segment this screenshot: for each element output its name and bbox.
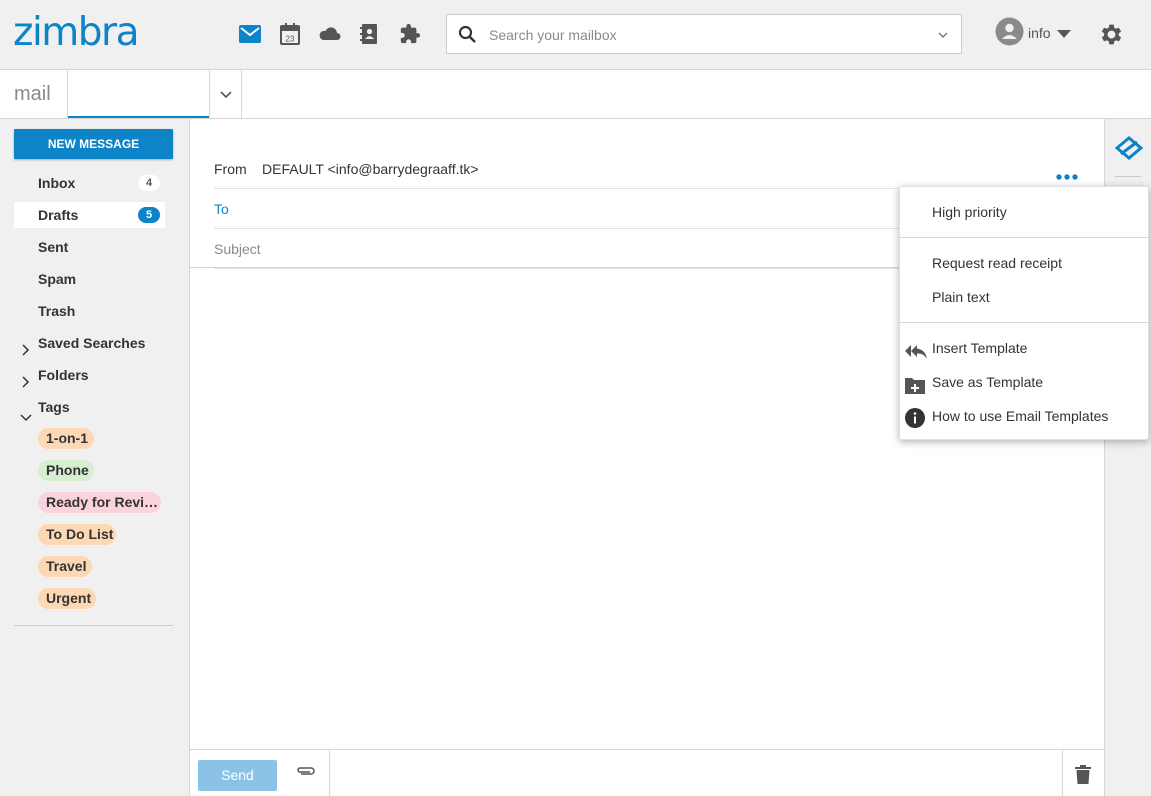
- send-button[interactable]: Send: [198, 760, 277, 791]
- sidebar: NEW MESSAGE Inbox 4 Drafts 5 Sent Spam T…: [0, 119, 190, 796]
- zimbra-drive-icon[interactable]: [1114, 136, 1144, 163]
- menu-item-request-read-receipt[interactable]: Request read receipt: [900, 246, 1148, 280]
- menu-item-label: Save as Template: [932, 374, 1044, 390]
- menu-divider: [900, 237, 1148, 238]
- folder-label: Spam: [38, 271, 77, 287]
- to-field[interactable]: To: [214, 201, 229, 217]
- svg-text:23: 23: [286, 35, 295, 44]
- chevron-down-icon[interactable]: [937, 28, 949, 44]
- chevron-right-icon[interactable]: [22, 338, 30, 364]
- draft-count-badge: 5: [138, 207, 160, 223]
- folder-inbox[interactable]: Inbox 4: [14, 170, 165, 196]
- more-options-icon[interactable]: [1056, 167, 1078, 183]
- menu-item-how-to-use-email-templates[interactable]: How to use Email Templates: [900, 399, 1148, 433]
- folder-drafts[interactable]: Drafts 5: [14, 202, 165, 228]
- cloud-icon[interactable]: [318, 22, 342, 46]
- menu-item-label: Plain text: [932, 289, 990, 305]
- chevron-down-icon[interactable]: [20, 404, 32, 430]
- from-label: From: [214, 161, 247, 177]
- info-icon: [905, 406, 925, 440]
- folder-sent[interactable]: Sent: [14, 234, 165, 260]
- tag-phone[interactable]: Phone: [38, 460, 94, 481]
- group-label: Tags: [38, 399, 70, 415]
- avatar-icon: [995, 17, 1024, 49]
- divider: [329, 750, 330, 796]
- search-icon[interactable]: [458, 25, 477, 47]
- subject-field[interactable]: Subject: [214, 241, 261, 257]
- header: zimbra 23 info: [0, 0, 1151, 70]
- chevron-right-icon[interactable]: [22, 370, 30, 396]
- tab-mail[interactable]: mail: [0, 70, 68, 118]
- folder-spam[interactable]: Spam: [14, 266, 165, 292]
- contacts-icon[interactable]: [357, 22, 381, 46]
- tag-urgent[interactable]: Urgent: [38, 588, 96, 609]
- group-folders[interactable]: Folders: [14, 362, 165, 388]
- menu-item-label: High priority: [932, 204, 1007, 220]
- menu-item-high-priority[interactable]: High priority: [900, 195, 1148, 229]
- tag-to-do-list[interactable]: To Do List: [38, 524, 116, 545]
- divider: [1062, 750, 1063, 796]
- folder-label: Sent: [38, 239, 69, 255]
- trash-icon[interactable]: [1075, 765, 1091, 787]
- tag-travel[interactable]: Travel: [38, 556, 92, 577]
- compose-footer: Send: [190, 749, 1104, 796]
- paperclip-icon[interactable]: [295, 764, 315, 780]
- account-menu[interactable]: info: [995, 17, 1071, 49]
- menu-item-label: Request read receipt: [932, 255, 1062, 271]
- new-message-button[interactable]: NEW MESSAGE: [14, 129, 173, 159]
- menu-item-label: How to use Email Templates: [932, 408, 1109, 424]
- gear-icon[interactable]: [1098, 21, 1125, 51]
- mail-icon[interactable]: [238, 22, 262, 46]
- group-label: Folders: [38, 367, 89, 383]
- menu-divider: [900, 322, 1148, 323]
- menu-item-label: Insert Template: [932, 340, 1028, 356]
- group-saved-searches[interactable]: Saved Searches: [14, 330, 165, 356]
- folder-label: Drafts: [38, 207, 79, 223]
- compose-options-menu: High priority Request read receipt Plain…: [899, 186, 1149, 440]
- menu-item-plain-text[interactable]: Plain text: [900, 280, 1148, 314]
- menu-item-save-as-template[interactable]: Save as Template: [900, 365, 1148, 399]
- puzzle-icon[interactable]: [398, 22, 422, 46]
- search-bar: [446, 14, 962, 54]
- calendar-icon[interactable]: 23: [278, 22, 302, 46]
- tag-ready-for-review[interactable]: Ready for Revi…: [38, 492, 161, 513]
- group-label: Saved Searches: [38, 335, 146, 351]
- tag-1-on-1[interactable]: 1-on-1: [38, 428, 94, 449]
- tab-compose[interactable]: [68, 70, 209, 118]
- chevron-down-icon: [219, 86, 232, 102]
- folder-label: Trash: [38, 303, 76, 319]
- divider: [14, 625, 173, 626]
- unread-count-badge: 4: [138, 175, 160, 191]
- from-row: From DEFAULT <info@barrydegraaff.tk>: [214, 149, 1106, 189]
- group-tags[interactable]: Tags: [14, 394, 165, 422]
- from-select[interactable]: DEFAULT <info@barrydegraaff.tk>: [262, 161, 479, 177]
- account-name: info: [1028, 25, 1051, 41]
- folder-trash[interactable]: Trash: [14, 298, 165, 324]
- divider: [1115, 176, 1141, 177]
- tab-overflow-button[interactable]: [209, 70, 242, 118]
- folder-label: Inbox: [38, 175, 76, 191]
- zimbra-logo[interactable]: zimbra: [13, 10, 140, 55]
- tab-bar: mail: [0, 70, 1151, 119]
- menu-item-insert-template[interactable]: Insert Template: [900, 331, 1148, 365]
- caret-down-icon: [1056, 25, 1071, 41]
- search-input[interactable]: [489, 24, 919, 46]
